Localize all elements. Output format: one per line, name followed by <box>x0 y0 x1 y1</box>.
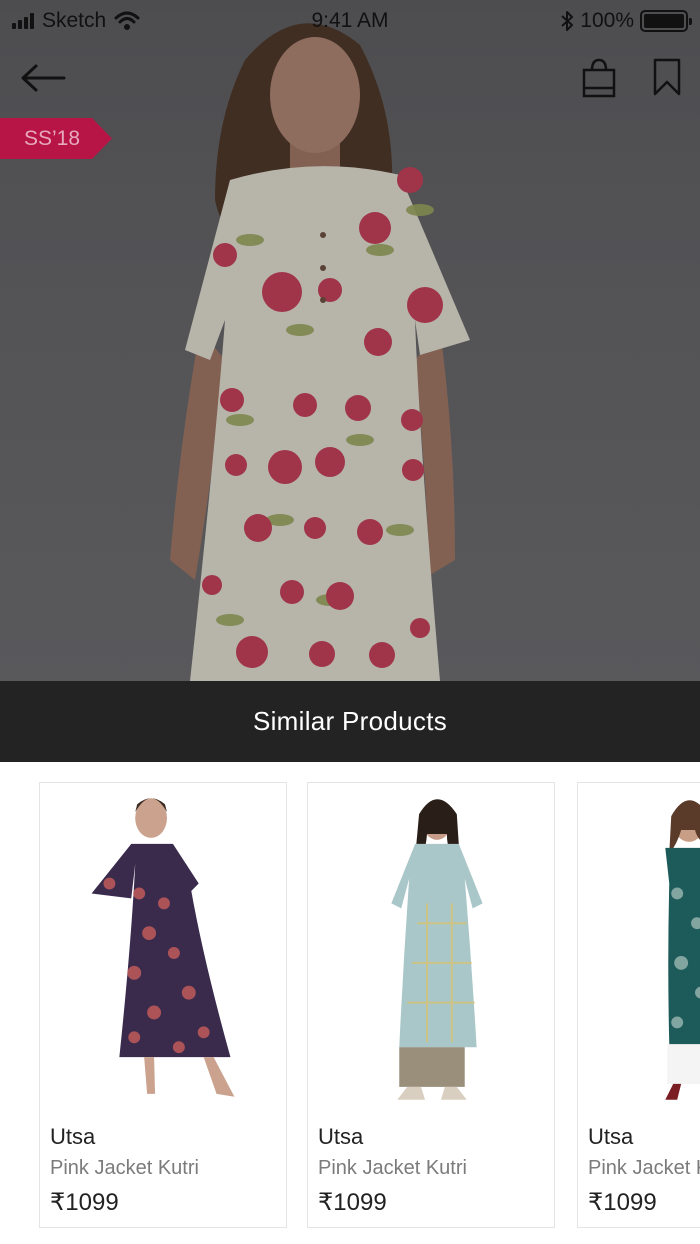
product-brand: Utsa <box>318 1124 364 1149</box>
bluetooth-icon <box>561 11 574 31</box>
cart-button[interactable] <box>580 56 618 100</box>
battery-level <box>644 14 684 28</box>
product-price: ₹1099 <box>318 1189 387 1216</box>
status-bar: Sketch 9:41 AM 100% <box>0 0 700 44</box>
battery-icon <box>640 10 692 32</box>
product-image <box>91 798 235 1097</box>
bookmark-icon <box>653 58 681 96</box>
product-card[interactable]: Utsa Pink Jacket Kutri ₹1099 <box>307 782 555 1228</box>
product-image <box>391 799 483 1100</box>
product-image <box>665 800 700 1100</box>
status-right: 100% <box>560 9 692 33</box>
similar-products-carousel[interactable]: Utsa Pink Jacket Kutri ₹1099 Utsa Pink J… <box>0 762 700 1244</box>
product-price: ₹1099 <box>588 1189 657 1216</box>
product-brand: Utsa <box>50 1124 96 1149</box>
product-brand: Utsa <box>588 1124 634 1149</box>
shopping-bag-icon <box>582 58 616 98</box>
hero-overlay <box>0 0 700 681</box>
product-card[interactable]: Utsa Pink Jacket Kutri ₹1099 <box>577 782 700 1228</box>
similar-products-header[interactable]: Similar Products <box>0 681 700 762</box>
product-card[interactable]: Utsa Pink Jacket Kutri ₹1099 <box>39 782 287 1228</box>
bookmark-button[interactable] <box>650 56 684 100</box>
product-name: Pink Jacket Kutri <box>50 1157 199 1179</box>
back-button[interactable] <box>18 58 68 98</box>
arrow-left-icon <box>21 64 66 92</box>
season-tag: SS’18 <box>0 118 112 159</box>
product-name: Pink Jacket Kutri <box>588 1157 700 1179</box>
battery-percent: 100% <box>580 9 634 32</box>
product-name: Pink Jacket Kutri <box>318 1157 467 1179</box>
product-hero-image[interactable] <box>0 0 700 681</box>
product-price: ₹1099 <box>50 1189 119 1216</box>
